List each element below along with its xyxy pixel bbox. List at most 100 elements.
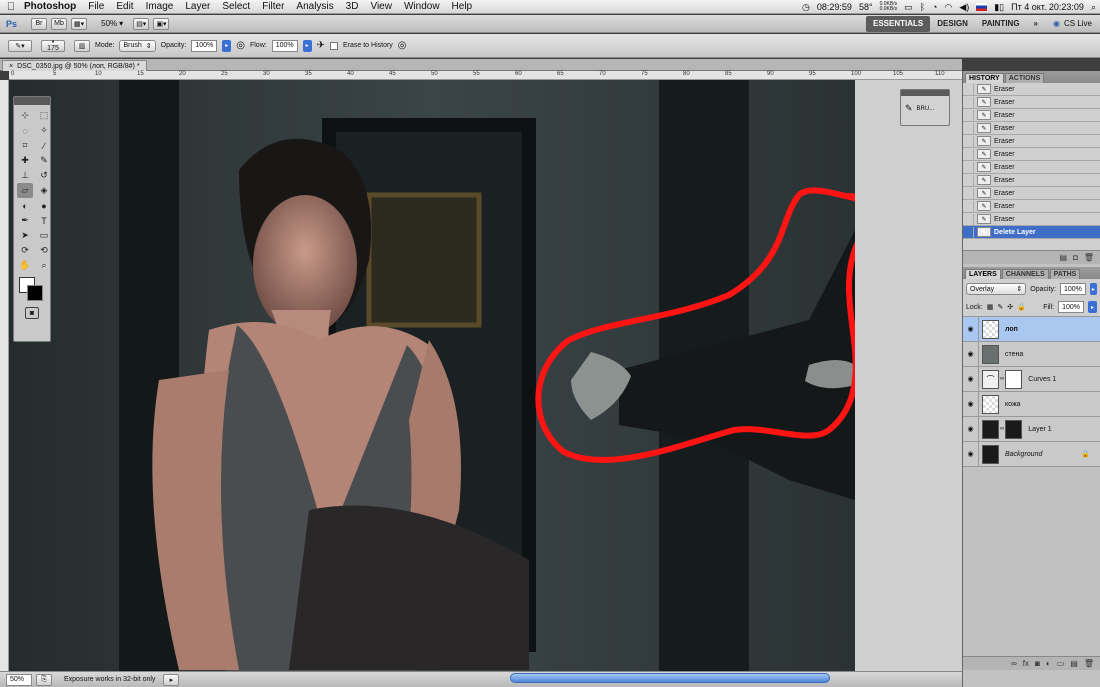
flag-ru-icon[interactable] — [976, 3, 988, 11]
erase-history-checkbox[interactable] — [330, 41, 338, 50]
menu-3d[interactable]: 3D — [340, 1, 365, 12]
menu-help[interactable]: Help — [446, 1, 479, 12]
document-canvas[interactable] — [9, 80, 855, 671]
flow-field[interactable]: 100% — [271, 39, 298, 52]
history-state[interactable]: ✎ Eraser — [963, 148, 1100, 161]
zoom-tool-icon[interactable]: ⌕ — [36, 258, 52, 273]
history-source-checkbox[interactable] — [963, 226, 974, 238]
zoom-level[interactable]: 50% — [101, 19, 117, 28]
bridge-button[interactable]: Br — [31, 17, 48, 30]
adjustment-layer-icon[interactable]: ◐ — [1046, 659, 1051, 668]
layer-row[interactable]: ◉ стена — [963, 341, 1100, 367]
horizontal-scrollbar-thumb[interactable] — [510, 673, 830, 683]
spotlight-icon[interactable]: ⌕ — [1091, 2, 1096, 13]
date-time[interactable]: Пт 4 окт. 20:23:09 — [1011, 2, 1084, 12]
eye-icon[interactable]: ◉ — [963, 366, 979, 392]
workspace-painting[interactable]: PAINTING — [975, 16, 1027, 32]
history-source-checkbox[interactable] — [963, 135, 974, 147]
menu-app[interactable]: Photoshop — [18, 1, 82, 12]
type-tool-icon[interactable]: T — [36, 213, 52, 228]
tab-actions[interactable]: ACTIONS — [1004, 73, 1045, 83]
clone-stamp-tool-icon[interactable]: ⊥ — [17, 168, 33, 183]
dodge-tool-icon[interactable]: ● — [36, 198, 52, 213]
background-color-swatch[interactable] — [27, 285, 43, 301]
3d-rotate-tool-icon[interactable]: ⟳ — [17, 243, 33, 258]
history-state[interactable]: ✎ Eraser — [963, 83, 1100, 96]
menu-layer[interactable]: Layer — [179, 1, 216, 12]
new-layer-icon[interactable]: ▤ — [1070, 659, 1078, 668]
trash-icon[interactable]: 🗑 — [1084, 253, 1094, 262]
arrange-documents-button[interactable]: ▤▾ — [133, 17, 150, 30]
layer-row[interactable]: ◉ ∞ Layer 1 — [963, 416, 1100, 442]
move-tool-icon[interactable]: ⊹ — [17, 108, 33, 123]
layer-row[interactable]: ◉ ⌒ ∞ Curves 1 — [963, 366, 1100, 392]
wifi-icon[interactable]: ◠ — [944, 2, 952, 13]
history-source-checkbox[interactable] — [963, 161, 974, 173]
eye-icon[interactable]: ◉ — [963, 341, 979, 367]
tool-preset-picker[interactable]: ✎▾ — [8, 39, 32, 52]
menu-filter[interactable]: Filter — [256, 1, 290, 12]
history-state[interactable]: ✎ Eraser — [963, 200, 1100, 213]
lock-all-icon[interactable]: 🔒 — [1017, 303, 1026, 311]
cslive-button[interactable]: CS Live — [1064, 19, 1092, 28]
menu-analysis[interactable]: Analysis — [290, 1, 339, 12]
brush-panel-collapsed[interactable]: ✎ BRU... — [900, 89, 950, 126]
eye-icon[interactable]: ◉ — [963, 416, 979, 442]
layer-style-icon[interactable]: fx — [1023, 659, 1029, 668]
eyedropper-tool-icon[interactable]: ⁄ — [36, 138, 52, 153]
chevron-down-icon[interactable]: ▾ — [119, 19, 123, 28]
menu-select[interactable]: Select — [216, 1, 256, 12]
flow-slider-button[interactable]: ▸ — [302, 39, 312, 52]
tab-layers[interactable]: LAYERS — [965, 269, 1001, 279]
layers-list[interactable]: ◉ лоп ◉ стена ◉ ⌒ ∞ Curves 1 ◉ кожа ◉ ∞ Layer 1 ◉ Back… — [963, 316, 1100, 656]
minibridge-button[interactable]: Mb — [51, 17, 68, 30]
history-brush-tool-icon[interactable]: ↺ — [36, 168, 52, 183]
snapshot-icon[interactable]: ◘ — [1073, 253, 1078, 262]
opacity-field[interactable]: 100% — [191, 39, 218, 52]
add-mask-icon[interactable]: ◙ — [1035, 659, 1040, 668]
history-state[interactable]: ✎ Eraser — [963, 213, 1100, 226]
vertical-ruler[interactable] — [0, 80, 9, 671]
blur-tool-icon[interactable]: ◐ — [17, 198, 33, 213]
hand-tool-icon[interactable]: ✋ — [17, 258, 33, 273]
new-document-from-state-icon[interactable]: ▤ — [1059, 253, 1067, 262]
history-source-checkbox[interactable] — [963, 174, 974, 186]
brush-tool-icon[interactable]: ✎ — [36, 153, 52, 168]
lock-position-icon[interactable]: ✣ — [1007, 303, 1013, 311]
history-source-checkbox[interactable] — [963, 213, 974, 225]
document-tab[interactable]: × DSC_0350.jpg @ 50% (лоп, RGB/8#) * — [2, 60, 147, 71]
gradient-tool-icon[interactable]: ◈ — [36, 183, 52, 198]
workspace-more[interactable]: » — [1027, 16, 1045, 32]
status-menu-arrow[interactable]: ▸ — [163, 673, 180, 686]
history-state[interactable]: ✎ Eraser — [963, 187, 1100, 200]
mode-select[interactable]: Brush ⇕ — [119, 39, 156, 52]
tab-channels[interactable]: CHANNELS — [1001, 269, 1049, 279]
marquee-tool-icon[interactable]: ⬚ — [36, 108, 52, 123]
path-select-tool-icon[interactable]: ➤ — [17, 228, 33, 243]
lasso-tool-icon[interactable]: ◌ — [17, 123, 33, 138]
history-source-checkbox[interactable] — [963, 96, 974, 108]
share-icon[interactable]: ⎘ — [36, 673, 52, 686]
menu-file[interactable]: File — [82, 1, 110, 12]
history-source-checkbox[interactable] — [963, 83, 974, 95]
healing-tool-icon[interactable]: ✚ — [17, 153, 33, 168]
opacity-slider-button[interactable]: ▸ — [222, 39, 232, 52]
pen-tool-icon[interactable]: ✒ — [17, 213, 33, 228]
new-group-icon[interactable]: ▭ — [1057, 659, 1065, 668]
status-zoom-field[interactable]: 50% — [6, 673, 32, 686]
layer-opacity-slider-button[interactable]: ▸ — [1089, 283, 1097, 295]
shape-tool-icon[interactable]: ▭ — [36, 228, 52, 243]
timemachine-icon[interactable]: ◔ — [932, 2, 937, 12]
history-state[interactable]: ✎ Eraser — [963, 109, 1100, 122]
history-source-checkbox[interactable] — [963, 187, 974, 199]
bluetooth-icon[interactable]: ᛒ — [920, 2, 925, 12]
history-source-checkbox[interactable] — [963, 200, 974, 212]
apple-icon[interactable]:  — [0, 1, 18, 13]
lock-pixels-icon[interactable]: ✎ — [997, 303, 1003, 311]
lock-transparency-icon[interactable]: ▦ — [987, 303, 994, 311]
menu-window[interactable]: Window — [398, 1, 446, 12]
tab-history[interactable]: HISTORY — [965, 73, 1004, 83]
menu-edit[interactable]: Edit — [110, 1, 139, 12]
history-state[interactable]: ✎ Eraser — [963, 174, 1100, 187]
horizontal-ruler[interactable]: 0 5 10 15 20 25 30 35 40 45 50 55 60 65 70 75 80 85 90 95 10… — [9, 71, 962, 80]
